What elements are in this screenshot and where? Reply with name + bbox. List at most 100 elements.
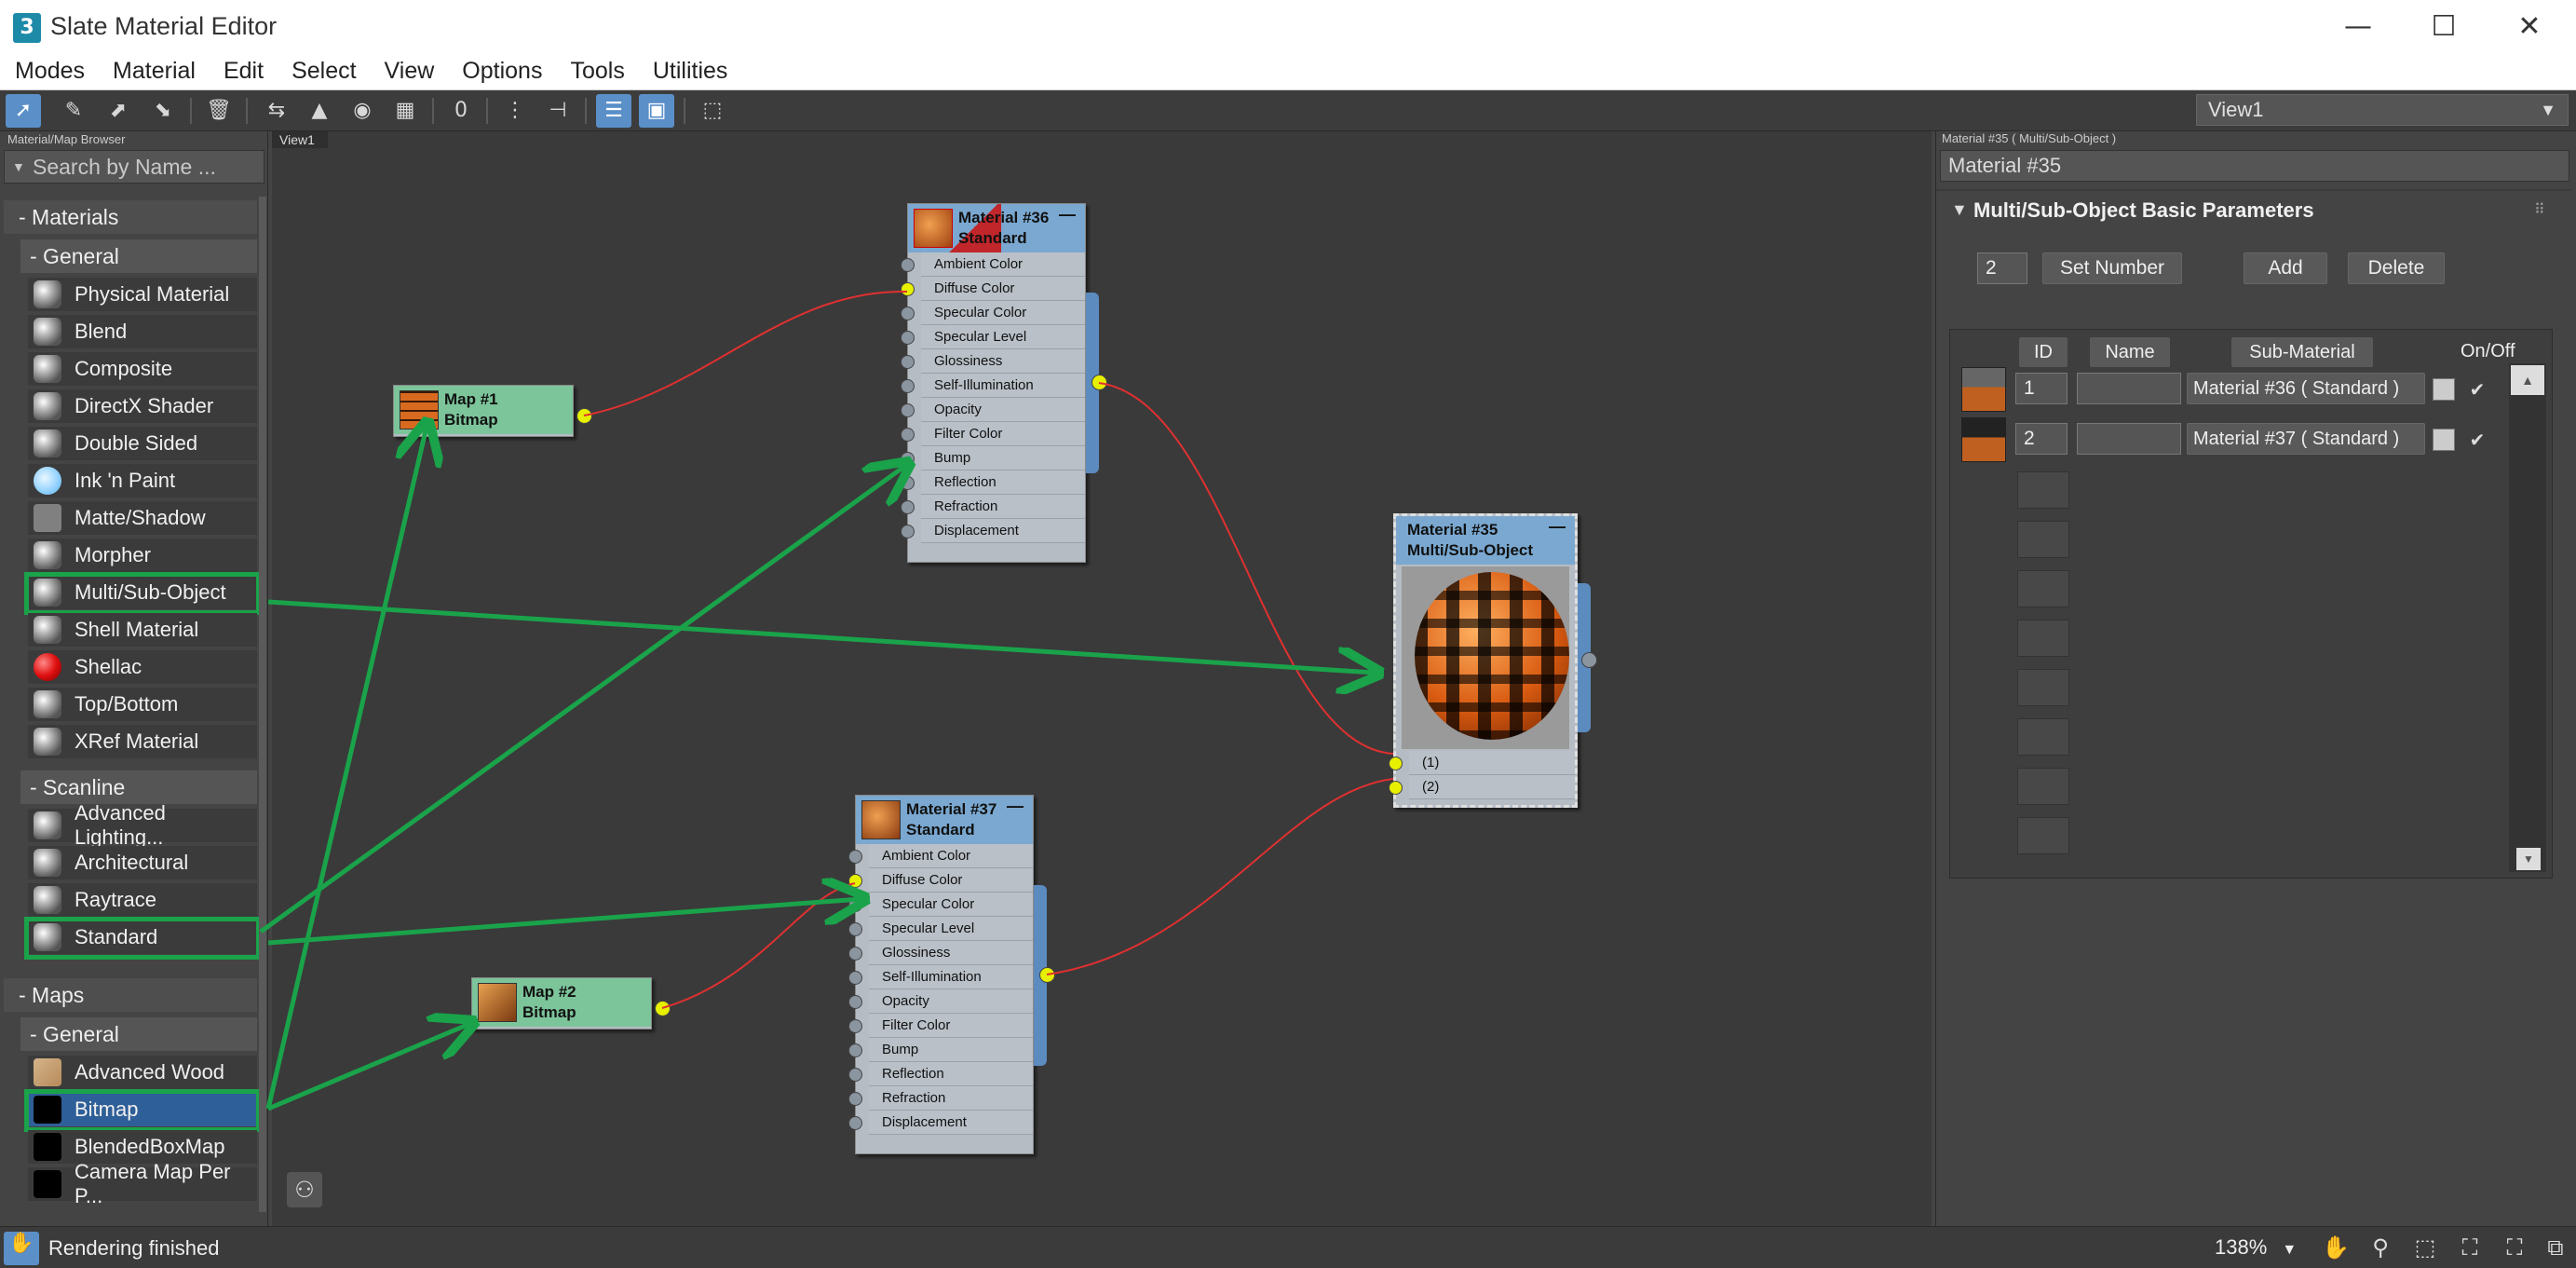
slot-specular-level[interactable]: Specular Level — [848, 917, 1033, 941]
node-map-2[interactable]: Map #2 Bitmap — [471, 977, 652, 1029]
input-socket[interactable] — [901, 282, 915, 296]
view-dropdown[interactable]: View1 ▼ — [2196, 94, 2569, 126]
node-header[interactable]: Material #36 Standard — — [908, 204, 1085, 252]
list-item-camera-map[interactable]: Camera Map Per P... — [28, 1160, 257, 1207]
put-to-library-icon[interactable]: ⬊ — [145, 94, 181, 128]
slot-displacement[interactable]: Displacement — [848, 1111, 1033, 1135]
slot-opacity[interactable]: Opacity — [901, 398, 1085, 422]
list-item-xref-material[interactable]: XRef Material — [28, 725, 257, 760]
list-item-bitmap[interactable]: Bitmap — [24, 1089, 261, 1132]
collapse-rollout-icon[interactable]: ▼ — [1951, 200, 1968, 220]
list-item-raytrace[interactable]: Raytrace — [28, 883, 257, 919]
layout-children-icon[interactable]: ⊣ — [540, 94, 576, 128]
slot-filter-color[interactable]: Filter Color — [848, 1014, 1033, 1038]
slot-reflection[interactable]: Reflection — [848, 1062, 1033, 1086]
node-header[interactable]: Material #35 Multi/Sub-Object — — [1396, 516, 1575, 565]
input-socket[interactable] — [848, 1043, 862, 1057]
list-item-multi-sub-object[interactable]: Multi/Sub-Object — [24, 572, 261, 615]
subcategory-general[interactable]: - General — [20, 239, 257, 273]
slot-self-illumination[interactable]: Self-Illumination — [848, 965, 1033, 989]
zoom-extents-selected-icon[interactable]: ⛶ — [2498, 1233, 2531, 1262]
list-item-top-bottom[interactable]: Top/Bottom — [28, 688, 257, 723]
menu-options[interactable]: Options — [462, 58, 542, 85]
row-name-field[interactable] — [2077, 373, 2181, 404]
row-on-checkbox[interactable]: ✔ — [2466, 378, 2488, 401]
slot-refraction[interactable]: Refraction — [901, 495, 1085, 519]
column-id-button[interactable]: ID — [2019, 337, 2068, 367]
input-socket[interactable] — [848, 874, 862, 888]
slot-specular-color[interactable]: Specular Color — [901, 301, 1085, 325]
input-socket[interactable] — [901, 258, 915, 272]
slot-bump[interactable]: Bump — [901, 446, 1085, 470]
category-maps[interactable]: - Maps — [4, 978, 257, 1012]
input-socket[interactable] — [848, 850, 862, 864]
list-item-shell-material[interactable]: Shell Material — [28, 613, 257, 648]
node-header[interactable]: Material #37 Standard — — [856, 796, 1033, 844]
subcategory-scanline[interactable]: - Scanline — [20, 770, 257, 804]
slot-specular-level[interactable]: Specular Level — [901, 325, 1085, 349]
subcategory-maps-general[interactable]: - General — [20, 1017, 257, 1051]
slot-diffuse-color[interactable]: Diffuse Color — [848, 868, 1033, 893]
list-item-blend[interactable]: Blend — [28, 315, 257, 350]
output-socket[interactable] — [1091, 375, 1107, 390]
zoom-extents-icon[interactable]: ⛶ — [2453, 1233, 2487, 1262]
menu-select[interactable]: Select — [291, 58, 356, 85]
checker-background-icon[interactable]: ▦ — [387, 94, 423, 128]
slot-submaterial-2[interactable]: (2) — [1389, 775, 1575, 799]
slot-ambient-color[interactable]: Ambient Color — [901, 252, 1085, 277]
output-socket[interactable] — [1581, 652, 1597, 668]
search-input[interactable]: ▼ Search by Name ... — [4, 150, 264, 184]
list-item-physical-material[interactable]: Physical Material — [28, 278, 257, 313]
list-item-standard[interactable]: Standard — [24, 917, 261, 960]
tab-view1[interactable]: View1 — [272, 131, 328, 148]
submaterial-count-input[interactable]: 2 — [1977, 252, 2027, 284]
slot-ambient-color[interactable]: Ambient Color — [848, 844, 1033, 868]
material-browser-toggle-icon[interactable]: ☰ — [596, 94, 631, 128]
input-socket[interactable] — [901, 525, 915, 539]
input-socket[interactable] — [901, 355, 915, 369]
background-icon[interactable]: ▲ — [302, 94, 337, 128]
menu-utilities[interactable]: Utilities — [653, 58, 728, 85]
menu-material[interactable]: Material — [113, 58, 196, 85]
input-socket[interactable] — [1389, 757, 1403, 770]
browser-scrollbar[interactable] — [259, 197, 266, 1212]
slot-self-illumination[interactable]: Self-Illumination — [901, 374, 1085, 398]
list-item-composite[interactable]: Composite — [28, 352, 257, 388]
slot-refraction[interactable]: Refraction — [848, 1086, 1033, 1111]
scroll-up-icon[interactable]: ▲ — [2511, 365, 2544, 395]
submaterial-1-button[interactable]: Material #36 ( Standard ) — [2187, 373, 2425, 404]
input-socket[interactable] — [848, 1019, 862, 1033]
list-item-double-sided[interactable]: Double Sided — [28, 427, 257, 462]
slot-diffuse-color[interactable]: Diffuse Color — [901, 277, 1085, 301]
list-item-architectural[interactable]: Architectural — [28, 846, 257, 881]
material-name-field[interactable]: Material #35 — [1940, 150, 2569, 182]
slot-bump[interactable]: Bump — [848, 1038, 1033, 1062]
menu-view[interactable]: View — [385, 58, 435, 85]
slot-glossiness[interactable]: Glossiness — [848, 941, 1033, 965]
layout-vertical-icon[interactable]: ⋮ — [497, 94, 533, 128]
output-socket[interactable] — [1039, 967, 1055, 983]
menu-tools[interactable]: Tools — [570, 58, 624, 85]
input-socket[interactable] — [901, 379, 915, 393]
minimize-button[interactable]: — — [2323, 6, 2393, 48]
column-submaterial-button[interactable]: Sub-Material — [2231, 337, 2373, 367]
rollout-handle-icon[interactable]: ⠿ — [2534, 200, 2545, 219]
pan-icon[interactable]: ✋ — [2319, 1233, 2352, 1262]
minimize-node-icon[interactable]: — — [1007, 796, 1024, 816]
node-header[interactable]: Map #2 Bitmap — [472, 978, 651, 1027]
list-item-advanced-wood[interactable]: Advanced Wood — [28, 1056, 257, 1091]
rollout-title[interactable]: Multi/Sub-Object Basic Parameters — [1973, 198, 2314, 223]
list-item-matte-shadow[interactable]: Matte/Shadow — [28, 501, 257, 537]
delete-icon[interactable]: 🗑 — [201, 94, 237, 128]
slot-glossiness[interactable]: Glossiness — [901, 349, 1085, 374]
input-socket[interactable] — [848, 1068, 862, 1082]
maximize-button[interactable]: ☐ — [2408, 6, 2479, 48]
input-socket[interactable] — [901, 331, 915, 345]
category-materials[interactable]: - Materials — [4, 200, 257, 234]
move-children-icon[interactable]: ⇆ — [259, 94, 294, 128]
node-map-1[interactable]: Map #1 Bitmap — [393, 385, 574, 437]
node-header[interactable]: Map #1 Bitmap — [394, 386, 573, 434]
zoom-icon[interactable]: ⚲ — [2364, 1233, 2397, 1262]
show-map-in-viewport-icon[interactable]: ◉ — [345, 94, 380, 128]
input-socket[interactable] — [848, 898, 862, 912]
